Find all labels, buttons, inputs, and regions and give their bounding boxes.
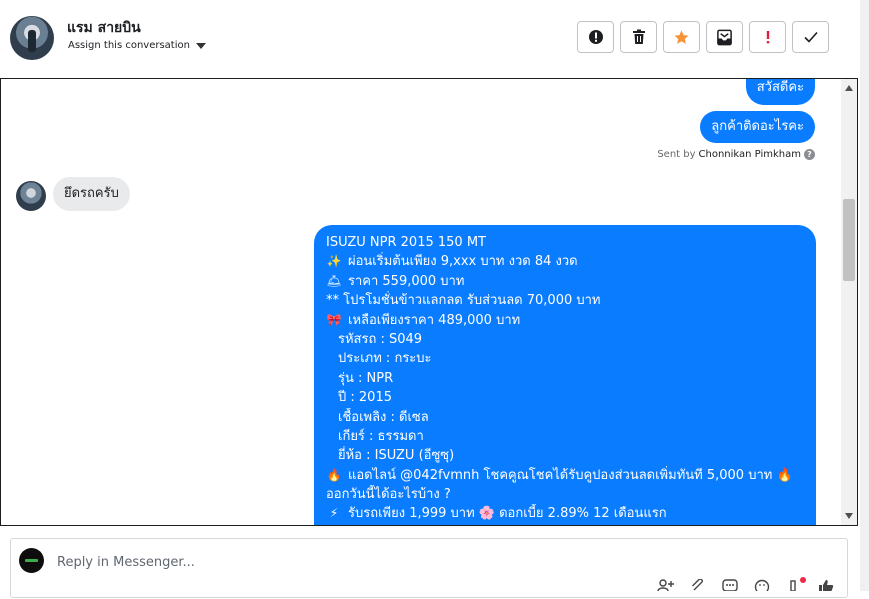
listing-line: ประเภท : กระบะ (326, 349, 804, 368)
listing-line: 🎀 เหลือเพียงราคา 489,000 บาท (326, 311, 804, 330)
notification-button[interactable] (784, 577, 806, 599)
attachment-button[interactable] (688, 579, 708, 599)
listing-line-text: ราคา 559,000 บาท (348, 273, 465, 289)
emoji-icon (754, 579, 770, 591)
contact-name[interactable]: แรม สายบิน (67, 17, 141, 39)
listing-line-text: ปี : 2015 (338, 390, 392, 406)
listing-line-text: รหัสรถ : S049 (338, 331, 423, 347)
listing-line: เชื้อเพลิง : ดีเซล (326, 408, 804, 427)
listing-line: รุ่น : NPR (326, 369, 804, 388)
listing-line: ⚡ รับรถเพียง 1,999 บาท 🌸 ดอกเบี้ย 2.89% 1… (326, 504, 804, 523)
emoji-icon: ⚡ (329, 506, 339, 521)
listing-line-text: ISUZU NPR 2015 150 MT (326, 235, 486, 250)
mark-spam-button[interactable] (577, 21, 614, 53)
sent-by-agent: Chonnikan Pimkham (698, 149, 801, 160)
emoji-icon: 🎀 (326, 312, 342, 327)
listing-line-text: ออกวันนี้ได้อะไรบ้าง ? (326, 487, 451, 503)
mark-done-button[interactable] (792, 21, 829, 53)
add-person-icon (657, 579, 674, 591)
scroll-up-icon[interactable] (845, 85, 853, 91)
assign-conversation-dropdown[interactable]: Assign this conversation (68, 40, 206, 51)
delete-button[interactable] (620, 21, 657, 53)
sent-by-prefix: Sent by (657, 149, 696, 160)
inbox-icon (717, 29, 732, 45)
listing-line: ** โปรโมชั่นข้าวแลกลด รับส่วนลด 70,000 บ… (326, 291, 804, 310)
listing-line: ยี่ห้อ : ISUZU (อีซูซุ) (326, 446, 804, 465)
notification-icon (790, 580, 796, 591)
conversation-header: แรม สายบิน Assign this conversation (0, 0, 860, 78)
scroll-down-icon[interactable] (845, 513, 853, 519)
exclamation-icon (766, 31, 769, 44)
attachment-icon (692, 579, 703, 591)
listing-line-text: ผ่อนเริ่มต้นเพียง 9,xxx บาท งวด 84 งวด (348, 254, 578, 270)
composer-tools (656, 577, 836, 599)
message-thread: สวัสดีคะ ลูกค้าติดอะไรคะ Sent by Chonnik… (0, 78, 858, 526)
check-icon (803, 31, 818, 43)
listing-line-text: รับรถเพียง 1,999 บาท 🌸 ดอกเบี้ย 2.89% 12… (348, 506, 667, 522)
page-scrollbar[interactable] (860, 0, 869, 591)
listing-line-text: แอดไลน์ @042fvmnh โชคคูณโชคได้รับคูปองส่… (348, 467, 793, 483)
outgoing-message: ลูกค้าติดอะไรคะ (700, 111, 815, 143)
listing-line-text: เหลือเพียงราคา 489,000 บาท (348, 312, 521, 328)
listing-line-text: ประเภท : กระบะ (338, 351, 432, 367)
listing-line: 🔥 แอดไลน์ @042fvmnh โชคคูณโชคได้รับคูปองส… (326, 466, 804, 485)
listing-line: ออกวันนี้ได้อะไรบ้าง ? (326, 485, 804, 504)
listing-line: ✨ ผ่อนเริ่มต้นเพียง 9,xxx บาท งวด 84 งวด (326, 252, 804, 271)
listing-message: ISUZU NPR 2015 150 MT ✨ ผ่อนเริ่มต้นเพียง … (314, 225, 816, 525)
add-person-button[interactable] (656, 579, 676, 599)
help-icon[interactable]: ? (804, 149, 815, 160)
trash-icon (632, 29, 645, 44)
page-avatar (19, 548, 44, 573)
sender-avatar (16, 181, 46, 211)
thread-scrollbar[interactable] (841, 79, 857, 525)
listing-line: รหัสรถ : S049 (326, 330, 804, 349)
listing-line-text: เกียร์ : ธรรมดา (338, 428, 424, 444)
emoji-icon: 🔥 (326, 467, 342, 482)
listing-line: เกียร์ : ธรรมดา (326, 427, 804, 446)
contact-avatar[interactable] (10, 16, 54, 60)
emoji-icon: ✨ (326, 254, 342, 269)
reply-input[interactable] (55, 551, 619, 573)
like-button[interactable] (816, 579, 836, 599)
star-icon (674, 29, 689, 44)
move-to-inbox-button[interactable] (706, 21, 743, 53)
scroll-thumb[interactable] (843, 199, 855, 281)
star-button[interactable] (663, 21, 700, 53)
assign-label: Assign this conversation (68, 40, 190, 51)
emoji-icon: 🛎 (326, 273, 342, 288)
reply-composer (10, 538, 848, 598)
listing-line-text: ** โปรโมชั่นข้าวแลกลด รับส่วนลด 70,000 บ… (326, 293, 601, 309)
outgoing-message: สวัสดีคะ (745, 79, 815, 105)
follow-up-button[interactable] (749, 21, 786, 53)
header-actions (577, 21, 829, 53)
alert-circle-icon (588, 30, 603, 44)
listing-line-text: เชื้อเพลิง : ดีเซล (338, 409, 429, 425)
caret-down-icon (195, 42, 206, 49)
listing-line-text: รุ่น : NPR (338, 370, 394, 386)
listing-line: ISUZU NPR 2015 150 MT (326, 233, 804, 252)
incoming-message: ยึดรถครับ (53, 177, 130, 211)
saved-reply-button[interactable] (720, 579, 740, 599)
like-icon (819, 580, 834, 591)
listing-line-text: ยี่ห้อ : ISUZU (อีซูซุ) (338, 448, 455, 464)
emoji-button[interactable] (752, 579, 772, 599)
listing-line: 🛎 ราคา 559,000 บาท (326, 272, 804, 291)
notification-dot (800, 577, 806, 583)
sent-by-label: Sent by Chonnikan Pimkham ? (657, 149, 815, 160)
listing-line: ปี : 2015 (326, 388, 804, 407)
saved-reply-icon (722, 579, 738, 591)
